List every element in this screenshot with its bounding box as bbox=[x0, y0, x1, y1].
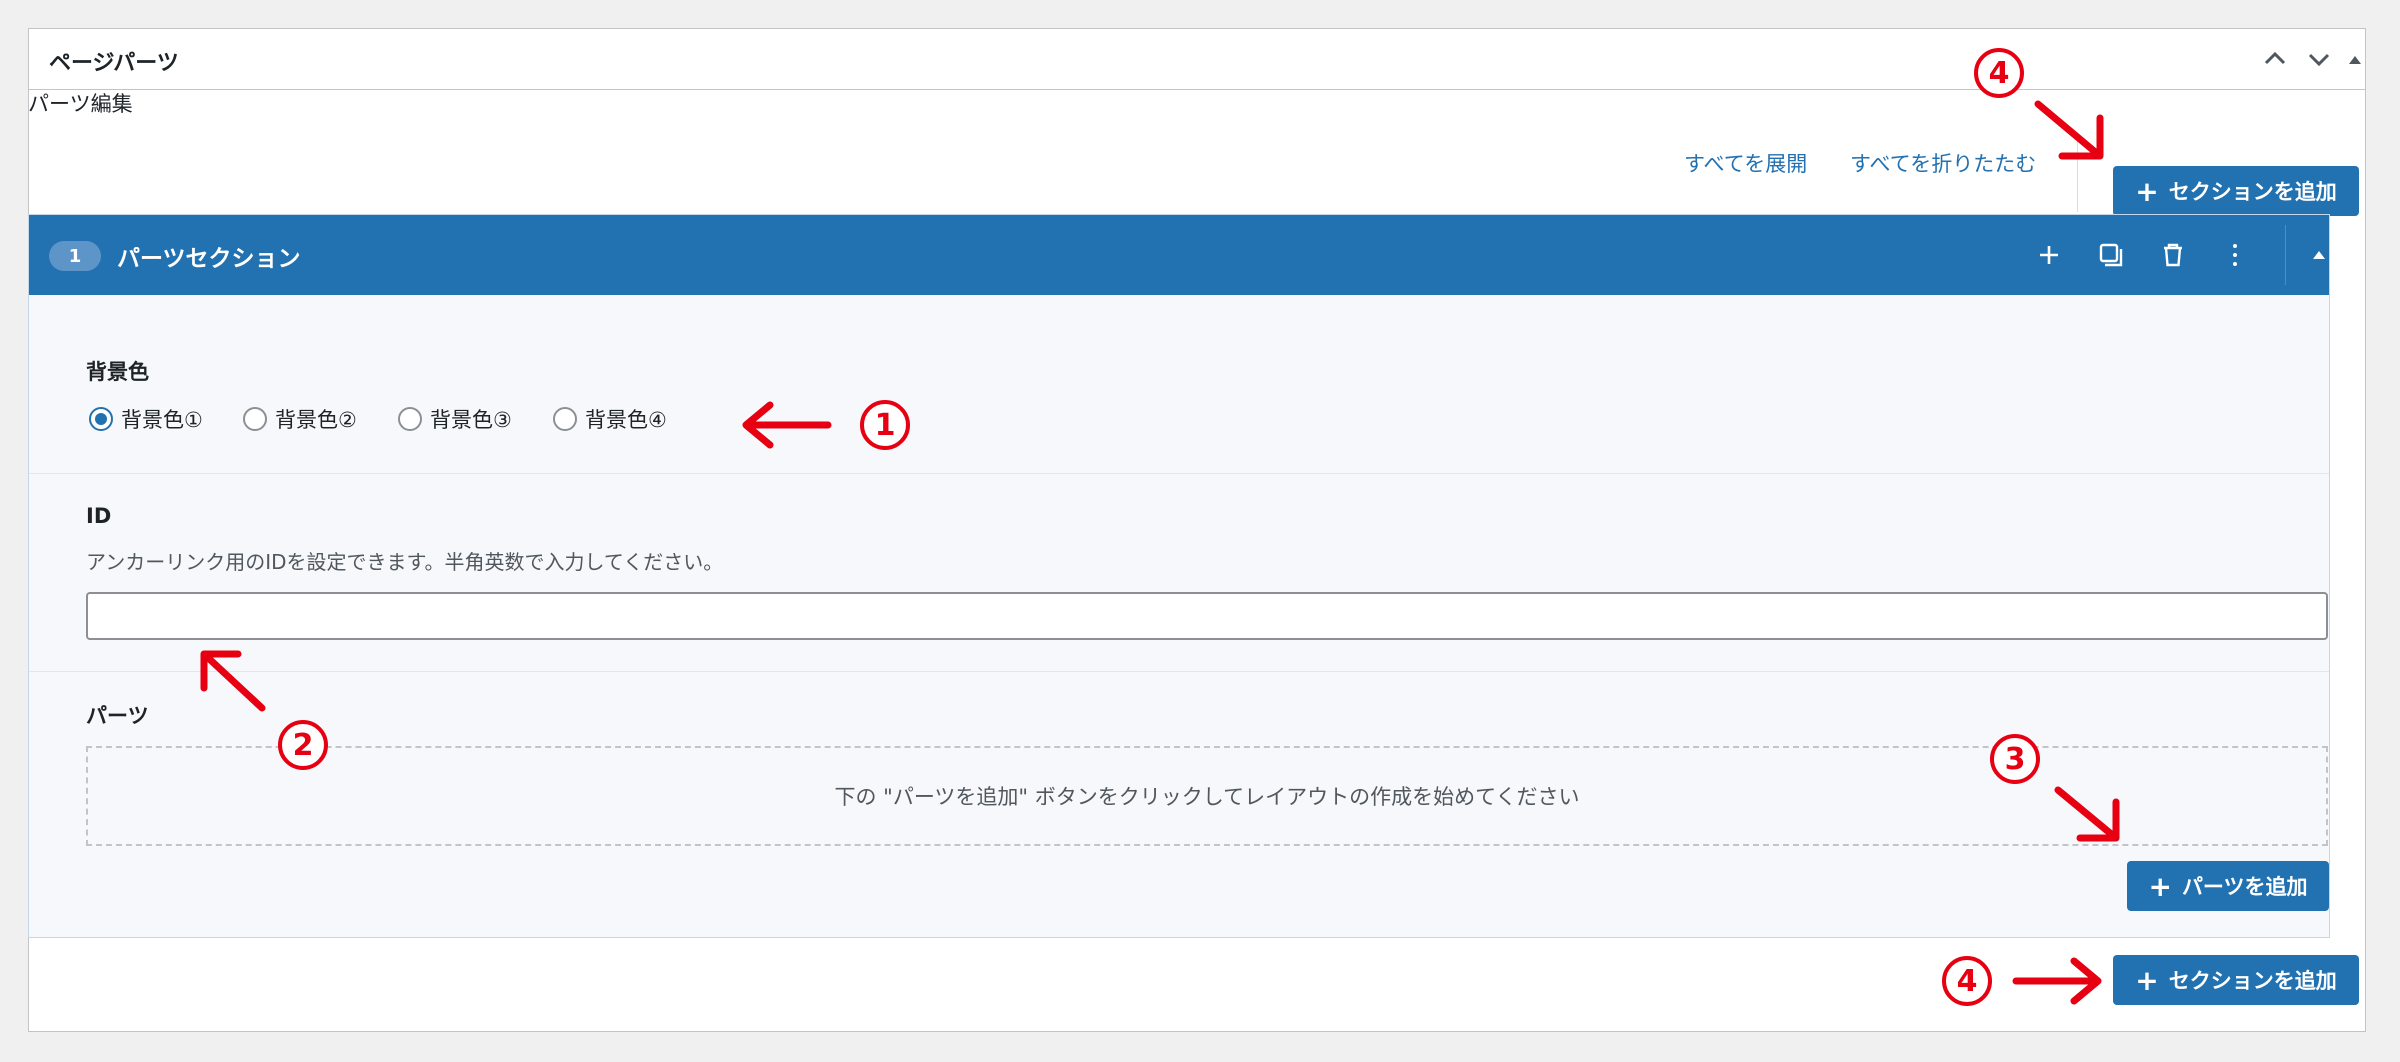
add-parts-button[interactable]: + パーツを追加 bbox=[2127, 861, 2329, 911]
id-description: アンカーリンク用のIDを設定できます。半角英数で入力してください。 bbox=[86, 550, 724, 574]
expand-all-link[interactable]: すべてを展開 bbox=[1684, 148, 1807, 178]
add-section-button-top[interactable]: + セクションを追加 bbox=[2113, 166, 2359, 216]
panel-title: ページパーツ bbox=[49, 51, 179, 76]
annotation-arrow-icon bbox=[2034, 100, 2104, 160]
plus-icon: + bbox=[2148, 869, 2172, 903]
chevron-up-icon[interactable] bbox=[2255, 39, 2295, 79]
duplicate-icon[interactable] bbox=[2091, 235, 2131, 275]
section-header[interactable]: 1 パーツセクション bbox=[29, 215, 2329, 295]
annotation-marker-4-bottom: 4 bbox=[1942, 956, 1992, 1006]
add-section-button-bottom[interactable]: + セクションを追加 bbox=[2113, 955, 2359, 1005]
annotation-marker-1: 1 bbox=[860, 400, 910, 450]
radio-label: 背景色② bbox=[275, 408, 357, 432]
radio-bg-color-2[interactable]: 背景色② bbox=[243, 404, 357, 434]
radio-button[interactable] bbox=[398, 407, 422, 431]
header-divider bbox=[2285, 225, 2286, 285]
parts-label: パーツ bbox=[86, 704, 149, 728]
annotation-marker-3: 3 bbox=[1990, 734, 2040, 784]
plus-icon: + bbox=[2135, 174, 2159, 208]
radio-bg-color-4[interactable]: 背景色④ bbox=[553, 404, 667, 434]
plus-icon: + bbox=[2135, 963, 2159, 997]
plus-icon[interactable] bbox=[2029, 235, 2069, 275]
trash-icon[interactable] bbox=[2153, 235, 2193, 275]
add-section-label: セクションを追加 bbox=[2168, 969, 2337, 993]
parts-empty-message: 下の "パーツを追加" ボタンをクリックしてレイアウトの作成を始めてください bbox=[834, 785, 1580, 809]
radio-button[interactable] bbox=[243, 407, 267, 431]
add-parts-label: パーツを追加 bbox=[2181, 875, 2308, 899]
annotation-arrow-icon bbox=[742, 401, 832, 449]
section-title: パーツセクション bbox=[117, 246, 301, 272]
field-divider bbox=[29, 473, 2329, 474]
section-number-badge: 1 bbox=[49, 241, 101, 271]
radio-label: 背景色① bbox=[121, 408, 203, 432]
field-divider bbox=[29, 671, 2329, 672]
annotation-arrow-icon bbox=[2012, 957, 2102, 1005]
radio-bg-color-3[interactable]: 背景色③ bbox=[398, 404, 512, 434]
id-input[interactable] bbox=[86, 592, 2328, 640]
annotation-arrow-icon bbox=[200, 650, 266, 712]
chevron-down-icon[interactable] bbox=[2299, 39, 2339, 79]
collapse-all-link[interactable]: すべてを折りたたむ bbox=[1850, 148, 2036, 178]
annotation-arrow-icon bbox=[2054, 786, 2120, 842]
triangle-up-icon[interactable] bbox=[2299, 235, 2339, 275]
add-section-label: セクションを追加 bbox=[2168, 180, 2337, 204]
radio-button[interactable] bbox=[553, 407, 577, 431]
radio-button[interactable] bbox=[89, 407, 113, 431]
id-label: ID bbox=[86, 504, 112, 528]
triangle-up-icon[interactable] bbox=[2335, 39, 2375, 79]
radio-label: 背景色④ bbox=[585, 408, 667, 432]
more-vertical-icon[interactable] bbox=[2215, 235, 2255, 275]
bg-color-label: 背景色 bbox=[86, 360, 149, 384]
radio-label: 背景色③ bbox=[430, 408, 512, 432]
annotation-marker-2: 2 bbox=[278, 720, 328, 770]
editor-title: パーツ編集 bbox=[28, 92, 133, 116]
annotation-marker-4-top: 4 bbox=[1974, 48, 2024, 98]
radio-bg-color-1[interactable]: 背景色① bbox=[89, 404, 203, 434]
